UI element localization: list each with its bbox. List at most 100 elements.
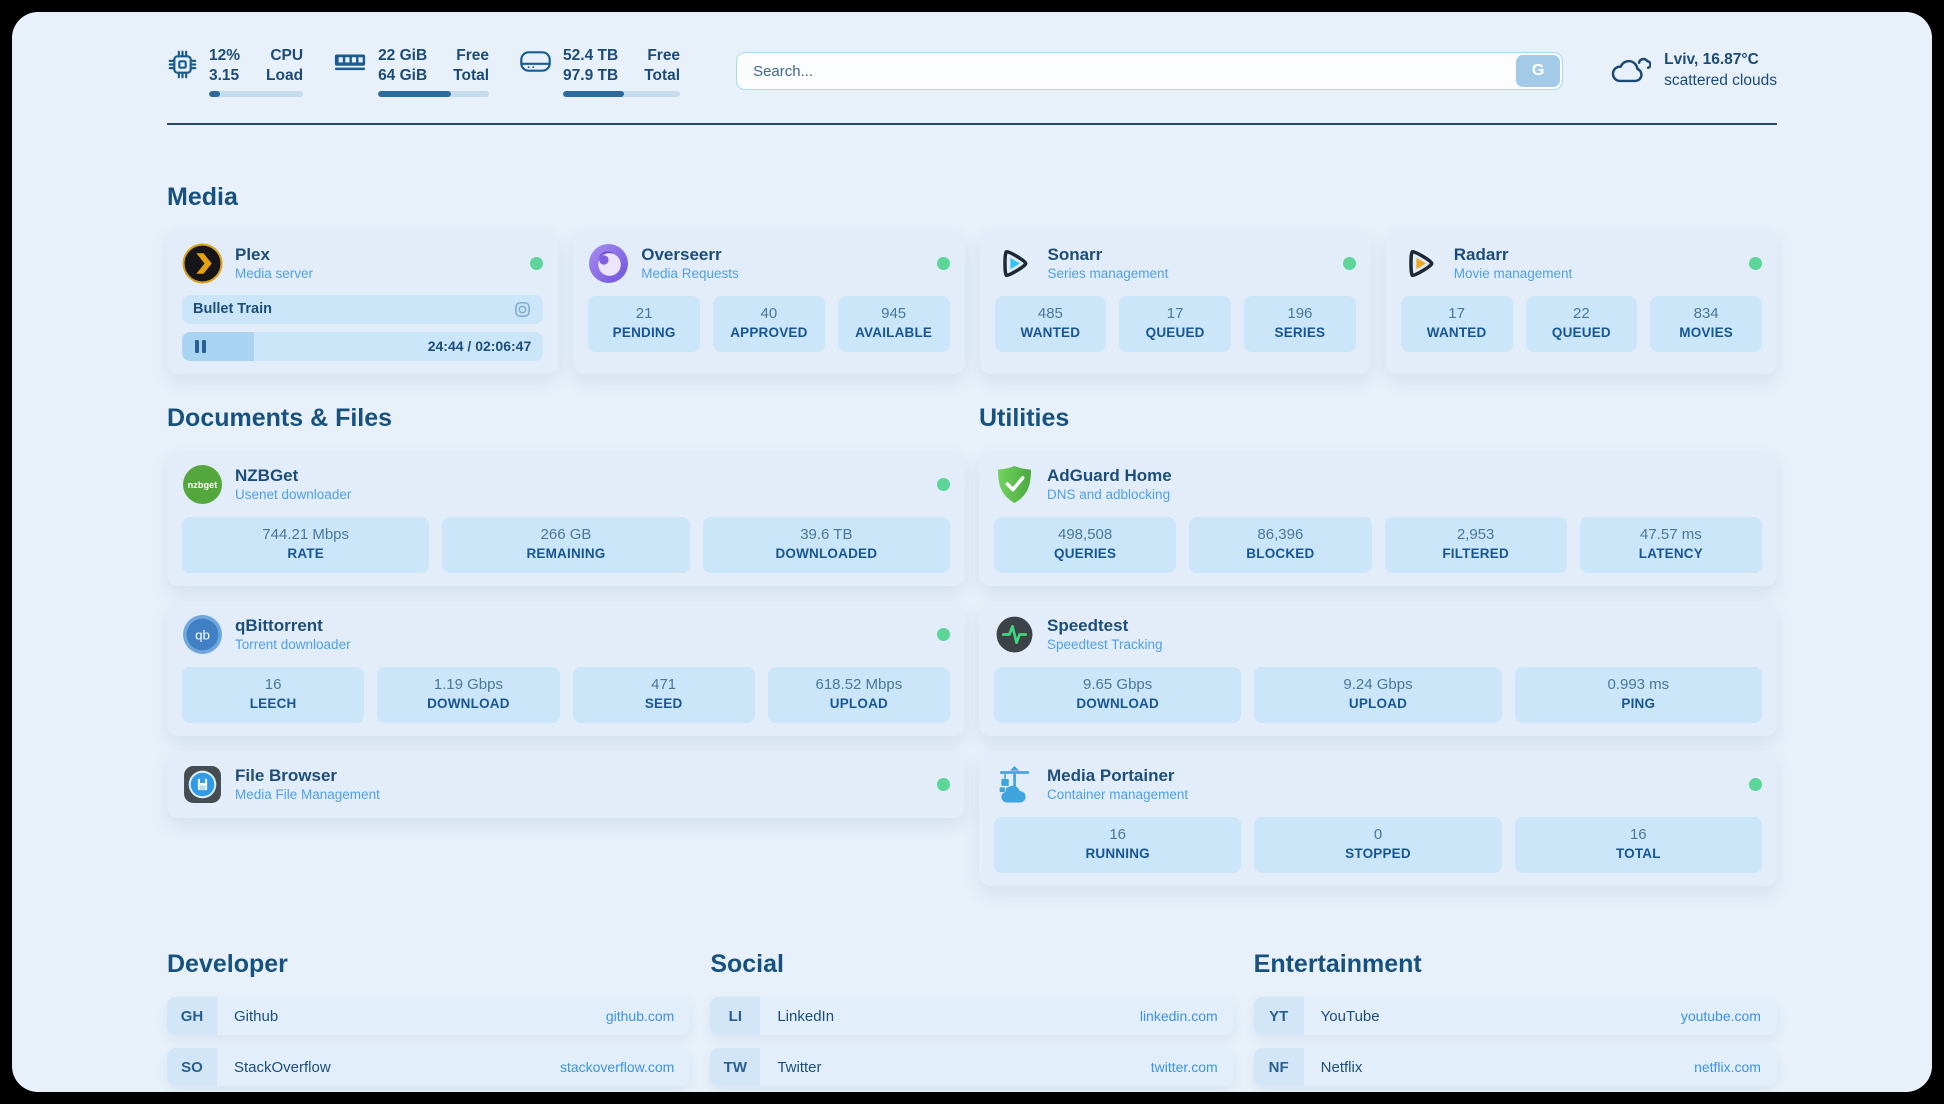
disk-free-value: 52.4 TB (563, 46, 618, 66)
link-url: netflix.com (1694, 1059, 1761, 1075)
link-row-twitter[interactable]: TW Twitter twitter.com (710, 1048, 1233, 1086)
app-subtitle: Usenet downloader (235, 486, 351, 504)
dashboard-page: 12% CPU 3.15 Load (12, 12, 1932, 1092)
status-online-dot (937, 478, 950, 491)
search-input[interactable] (736, 52, 1563, 90)
header-divider (167, 123, 1777, 125)
app-name: Overseerr (641, 244, 739, 265)
app-name: Speedtest (1047, 615, 1163, 636)
status-online-dot (937, 628, 950, 641)
dashboard-screen: 12% CPU 3.15 Load (0, 0, 1944, 1104)
stat-box: 471 SEED (573, 667, 755, 723)
status-online-dot (937, 257, 950, 270)
app-card-filebrowser[interactable]: File Browser Media File Management (167, 751, 965, 818)
status-online-dot (1749, 778, 1762, 791)
app-card-plex[interactable]: Plex Media server Bullet Train (167, 230, 558, 374)
stat-box: 16 LEECH (182, 667, 364, 723)
stat-box: 0 STOPPED (1254, 817, 1501, 873)
link-name: Github (234, 1008, 278, 1025)
ram-free-label: Free (453, 46, 489, 66)
stat-box: 16 TOTAL (1515, 817, 1762, 873)
media-type-icon[interactable] (513, 300, 532, 319)
app-name: Media Portainer (1047, 765, 1188, 786)
link-url: twitter.com (1151, 1059, 1218, 1075)
link-badge: TW (710, 1048, 760, 1086)
stat-box: 17 WANTED (1401, 296, 1513, 352)
stat-box: 47.57 ms LATENCY (1580, 517, 1762, 573)
app-card-overseerr[interactable]: Overseerr Media Requests 21 PENDING 40 A… (573, 230, 964, 374)
google-search-button[interactable]: G (1516, 55, 1560, 87)
svg-text:nzbget: nzbget (188, 480, 218, 490)
app-name: NZBGet (235, 465, 351, 486)
app-subtitle: Speedtest Tracking (1047, 636, 1163, 654)
stat-box: 2,953 FILTERED (1385, 517, 1567, 573)
app-card-portainer[interactable]: Media Portainer Container management 16 … (979, 751, 1777, 886)
ram-icon (333, 49, 367, 80)
section-utilities: Utilities (979, 404, 1777, 886)
link-row-github[interactable]: GH Github github.com (167, 997, 690, 1035)
cpu-icon (167, 49, 198, 85)
stat-box: 0.993 ms PING (1515, 667, 1762, 723)
app-name: File Browser (235, 765, 380, 786)
app-card-qbittorrent[interactable]: qb qBittorrent Torrent downloader 16 LEE… (167, 601, 965, 736)
link-row-youtube[interactable]: YT YouTube youtube.com (1254, 997, 1777, 1035)
overseerr-icon (588, 243, 629, 284)
link-badge: GH (167, 997, 217, 1035)
section-title-developer: Developer (167, 950, 690, 979)
app-subtitle: Media server (235, 265, 313, 283)
status-online-dot (1749, 257, 1762, 270)
app-name: AdGuard Home (1047, 465, 1172, 486)
link-name: YouTube (1321, 1008, 1380, 1025)
stat-box: 40 APPROVED (713, 296, 825, 352)
app-card-adguard[interactable]: AdGuard Home DNS and adblocking 498,508 … (979, 451, 1777, 586)
cpu-stat-group: 12% CPU 3.15 Load (167, 46, 303, 97)
app-card-nzbget[interactable]: nzbget NZBGet Usenet downloader 744.21 M… (167, 451, 965, 586)
app-name: Radarr (1454, 244, 1573, 265)
app-card-speedtest[interactable]: Speedtest Speedtest Tracking 9.65 Gbps D… (979, 601, 1777, 736)
link-row-linkedin[interactable]: LI LinkedIn linkedin.com (710, 997, 1233, 1035)
cpu-load-value: 3.15 (209, 66, 240, 86)
link-name: Twitter (777, 1059, 821, 1076)
section-developer: Developer GH Github github.com SO StackO… (167, 950, 690, 1092)
section-entertainment: Entertainment YT YouTube youtube.com NF … (1254, 950, 1777, 1092)
filebrowser-icon (182, 764, 223, 805)
stat-box: 1.19 Gbps DOWNLOAD (377, 667, 559, 723)
app-subtitle: Torrent downloader (235, 636, 351, 654)
stat-box: 266 GB REMAINING (442, 517, 689, 573)
app-subtitle: Series management (1048, 265, 1169, 283)
app-name: qBittorrent (235, 615, 351, 636)
now-playing-bar: Bullet Train (182, 295, 543, 324)
link-url: youtube.com (1681, 1008, 1761, 1024)
stat-box: 16 RUNNING (994, 817, 1241, 873)
plex-icon (182, 243, 223, 284)
playback-progress-bar: 24:44 / 02:06:47 (182, 332, 543, 361)
weather-location-temp: Lviv, 16.87°C (1664, 50, 1777, 71)
cpu-label: CPU (266, 46, 303, 66)
now-playing-title: Bullet Train (193, 301, 272, 317)
status-online-dot (1343, 257, 1356, 270)
disk-total-value: 97.9 TB (563, 66, 618, 86)
disk-stat-group: 52.4 TB Free 97.9 TB Total (519, 46, 680, 97)
adguard-icon (994, 464, 1035, 505)
app-subtitle: Media Requests (641, 265, 739, 283)
link-row-netflix[interactable]: NF Netflix netflix.com (1254, 1048, 1777, 1086)
app-card-sonarr[interactable]: Sonarr Series management 485 WANTED 17 Q… (980, 230, 1371, 374)
stat-box: 834 MOVIES (1650, 296, 1762, 352)
ram-stat-group: 22 GiB Free 64 GiB Total (333, 46, 489, 97)
link-url: linkedin.com (1140, 1008, 1218, 1024)
stat-box: 498,508 QUERIES (994, 517, 1176, 573)
nzbget-icon: nzbget (182, 464, 223, 505)
sonarr-icon (995, 243, 1036, 284)
section-title-utilities: Utilities (979, 404, 1777, 433)
ram-free-value: 22 GiB (378, 46, 427, 66)
stat-box: 21 PENDING (588, 296, 700, 352)
link-row-stackoverflow[interactable]: SO StackOverflow stackoverflow.com (167, 1048, 690, 1086)
weather-condition: scattered clouds (1664, 71, 1777, 92)
app-card-radarr[interactable]: Radarr Movie management 17 WANTED 22 QUE… (1386, 230, 1777, 374)
system-stats: 12% CPU 3.15 Load (167, 46, 680, 97)
app-subtitle: Movie management (1454, 265, 1573, 283)
qbittorrent-icon: qb (182, 614, 223, 655)
cpu-load-label: Load (266, 66, 303, 86)
disk-total-label: Total (644, 66, 680, 86)
section-social: Social LI LinkedIn linkedin.com TW Twitt… (710, 950, 1233, 1092)
